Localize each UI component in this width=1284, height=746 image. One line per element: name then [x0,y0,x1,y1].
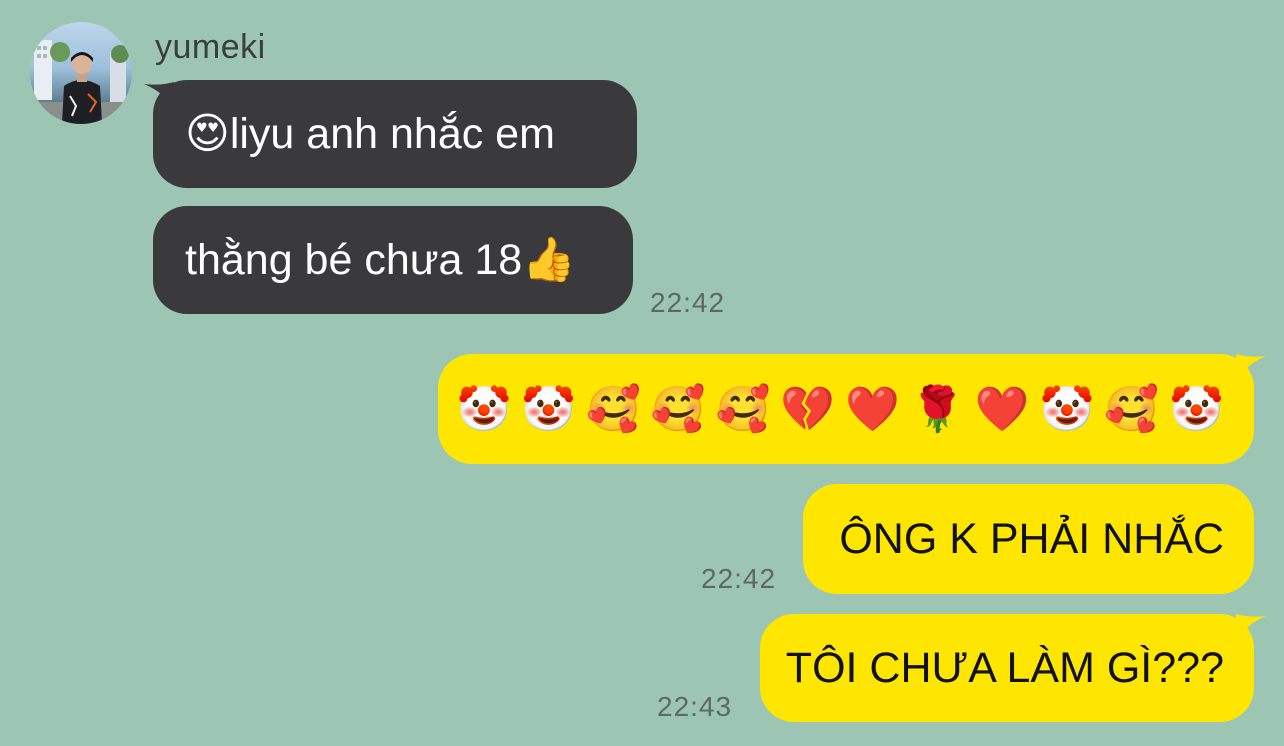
rose-emoji: 🌹 [910,384,965,435]
message-text: ÔNG K PHẢI NHẮC [839,514,1224,563]
smiling-hearts-emoji: 🥰 [715,384,771,435]
incoming-message-bubble[interactable]: thằng bé chưa 18 👍 [153,206,633,314]
red-heart-emoji: ❤️ [974,384,1030,435]
smiling-hearts-emoji: 🥰 [650,384,706,435]
incoming-message-bubble[interactable]: 😍 liyu anh nhắc em [153,80,637,188]
clown-face-emoji: 🤡 [456,384,512,435]
heart-eyes-emoji: 😍 [185,109,230,159]
emoji-sequence: 🤡 🤡 🥰 🥰 🥰 💔 ❤️ 🌹 ❤️ 🤡 🥰 🤡 [456,383,1224,435]
message-timestamp: 22:42 [701,563,777,594]
message-timestamp: 22:43 [657,691,733,722]
message-text: TÔI CHƯA LÀM GÌ??? [785,643,1224,692]
outgoing-message-bubble[interactable]: TÔI CHƯA LÀM GÌ??? [760,614,1254,722]
broken-heart-emoji: 💔 [780,384,836,435]
message-timestamp: 22:42 [650,287,726,318]
clown-face-emoji: 🤡 [1169,384,1224,435]
clown-face-emoji: 🤡 [521,384,577,435]
smiling-hearts-emoji: 🥰 [1104,384,1160,435]
smiling-hearts-emoji: 🥰 [586,384,641,435]
sender-name: yumeki [155,28,266,66]
red-heart-emoji: ❤️ [845,384,901,435]
clown-face-emoji: 🤡 [1039,384,1095,435]
outgoing-message-bubble[interactable]: 🤡 🤡 🥰 🥰 🥰 💔 ❤️ 🌹 ❤️ 🤡 🥰 🤡 [438,354,1254,464]
avatar-photo-icon [30,40,132,124]
message-text: thằng bé chưa 18 [185,235,523,284]
sender-avatar[interactable] [30,22,132,124]
message-text: liyu anh nhắc em [229,109,555,158]
thumbs-up-emoji: 👍 [522,235,576,285]
outgoing-message-bubble[interactable]: ÔNG K PHẢI NHẮC [803,484,1254,594]
